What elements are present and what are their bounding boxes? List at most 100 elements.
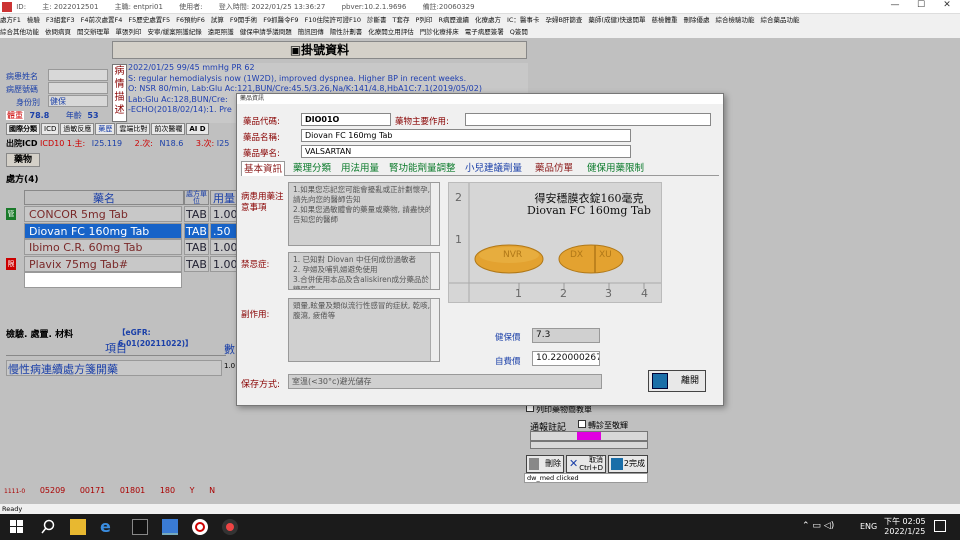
file-explorer-icon[interactable] xyxy=(70,519,86,535)
menu1-item[interactable]: T套存 xyxy=(393,16,410,24)
menu1-item[interactable]: 試算 xyxy=(211,16,224,24)
menu1-item[interactable]: 化療處方 xyxy=(475,16,501,24)
referral-checkbox[interactable]: 轉診至敬輝 xyxy=(578,420,628,431)
scrollbar[interactable] xyxy=(430,183,439,245)
menu1-item[interactable]: 檢驗 xyxy=(27,16,40,24)
menu2-item[interactable]: 健保申請爭議問題 xyxy=(240,28,292,36)
menu2-item[interactable]: 遠距照護 xyxy=(208,28,234,36)
search-icon[interactable] xyxy=(40,519,56,535)
tab-intl-class[interactable]: 國際分類 xyxy=(6,123,40,135)
identity-field[interactable]: 健保 xyxy=(48,95,108,107)
minimize-icon[interactable]: — xyxy=(882,0,908,10)
patient-name-field[interactable] xyxy=(48,69,108,81)
menu1-item[interactable]: F10住院許可證F10 xyxy=(305,16,362,24)
tab-ai[interactable]: AI D xyxy=(186,123,209,135)
code-field[interactable]: DIO01O xyxy=(301,113,391,126)
menu2-item[interactable]: 安寧/緩案照護紀錄 xyxy=(148,28,202,36)
drug-row[interactable]: 限 Plavix 75mg Tab# TAB 1.00 xyxy=(6,255,238,272)
drug-row[interactable]: 管 CONCOR 5mg Tab TAB 1.00 xyxy=(6,206,238,222)
notice-text[interactable]: 1.如果您忘記您可能會擾亂或正計劃懷孕, 請先向您的醫師告知 2.如果您過敏體會… xyxy=(288,182,440,246)
scrollbar[interactable] xyxy=(430,299,439,361)
app-icon-red[interactable] xyxy=(192,519,208,535)
menu1-item[interactable]: 綜合檢驗功能 xyxy=(715,16,754,24)
notify-grid[interactable] xyxy=(530,431,648,441)
chronic-rx-item[interactable]: 慢性病連續處方箋開藥 xyxy=(6,360,222,376)
tab-allergy[interactable]: 過敏反應 xyxy=(60,123,95,135)
menu1-item[interactable]: F9開手術 xyxy=(230,16,257,24)
dialog-tab[interactable]: 藥理分類 xyxy=(291,161,333,176)
dialog-tab[interactable]: 基本資訊 xyxy=(241,161,286,176)
menu1-item[interactable]: IC：醫事卡 xyxy=(507,16,539,24)
age-value: 53 xyxy=(87,111,99,120)
cancel-button[interactable]: ✕ 取消 Ctrl+D xyxy=(566,455,606,473)
tray-icons[interactable]: ⌃ ▭ ◁) xyxy=(802,521,834,531)
menu2-item[interactable]: Q簽開 xyxy=(510,28,528,36)
complete-button[interactable]: 2完成 xyxy=(608,455,648,473)
empty-row[interactable] xyxy=(6,272,238,288)
menu2-item[interactable]: 依問病頁 xyxy=(45,28,71,36)
menu1-item[interactable]: F4前次處置F4 xyxy=(81,16,123,24)
close-icon[interactable]: ✕ xyxy=(934,0,960,10)
menu1-item[interactable]: 孕婦B肝篩查 xyxy=(545,16,582,24)
dx-third-code[interactable]: I25 xyxy=(217,139,230,148)
menu1-item[interactable]: F3組套F3 xyxy=(46,16,75,24)
dialog-tab[interactable]: 健保用藥限制 xyxy=(585,161,646,176)
menu2-item[interactable]: 電子病歷簽署 xyxy=(465,28,504,36)
menu2-item[interactable]: 門診化療排床 xyxy=(420,28,459,36)
tab-icd[interactable]: ICD xyxy=(41,123,60,135)
dialog-tab[interactable]: 小兒建議劑量 xyxy=(463,161,524,176)
clock[interactable]: 下午 02:05 2022/1/25 xyxy=(884,517,926,537)
dialog-tab[interactable]: 藥品仿單 xyxy=(533,161,575,176)
menu1-item[interactable]: 刪除優處 xyxy=(683,16,709,24)
menu1-item[interactable]: 診斷書 xyxy=(367,16,387,24)
delete-button[interactable]: 刪除 xyxy=(526,455,564,473)
pill-imprint: XU xyxy=(599,250,612,260)
menu2-item[interactable]: 單張列印 xyxy=(116,28,142,36)
age-label: 年齡 xyxy=(65,111,82,120)
menu1-item[interactable]: F5歷史處置F5 xyxy=(128,16,170,24)
edge-icon[interactable]: e xyxy=(100,519,116,535)
ruler-number: 3 xyxy=(605,287,612,300)
dialog-tab[interactable]: 腎功能劑量調整 xyxy=(387,161,458,176)
menu1-item[interactable]: 慈檢體重 xyxy=(651,16,677,24)
app-icon-camera[interactable] xyxy=(222,519,238,535)
maximize-icon[interactable]: ☐ xyxy=(908,0,934,10)
menu1-item[interactable]: 處方F1 xyxy=(0,16,21,24)
tab-drug[interactable]: 藥物 xyxy=(6,153,40,167)
menu1-item[interactable]: P列印 xyxy=(416,16,433,24)
dx-main-label: ICD10 1.主: xyxy=(40,139,86,148)
language-indicator[interactable]: ENG xyxy=(860,522,877,531)
menu1-item[interactable]: R病歷連續 xyxy=(438,16,469,24)
notify-grid-2[interactable] xyxy=(530,441,648,449)
tab-med-history[interactable]: 藥歷 xyxy=(95,123,116,135)
sci-name-field[interactable]: VALSARTAN xyxy=(301,145,631,158)
main-effect-field[interactable] xyxy=(465,113,711,126)
drug-row[interactable]: Ibimo C.R. 60mg Tab TAB 1.00 xyxy=(6,239,238,255)
scrollbar[interactable] xyxy=(430,253,439,289)
menu2-item[interactable]: 綜合其他功能 xyxy=(0,28,39,36)
app-icon-active[interactable] xyxy=(162,519,178,535)
close-button[interactable]: 離開 xyxy=(648,370,706,392)
menu1-item[interactable]: F9抓醫令F9 xyxy=(263,16,298,24)
name-field[interactable]: Diovan FC 160mg Tab xyxy=(301,129,631,142)
menu1-item[interactable]: 藥師(成健)快速開單 xyxy=(588,16,645,24)
tab-cloud[interactable]: 雲端比對 xyxy=(116,123,151,135)
drug-row[interactable]: Diovan FC 160mg Tab TAB .50 xyxy=(6,222,238,239)
start-icon[interactable] xyxy=(10,520,23,533)
menu2-item[interactable]: 陽性計劃書 xyxy=(330,28,363,36)
menu2-item[interactable]: 開交辦理單 xyxy=(77,28,110,36)
side-effect-text[interactable]: 頭暈,眩暈及類似流行性感冒的症狀, 乾咳, 腹瀉, 疲倦等 xyxy=(288,298,440,362)
dx-main-code[interactable]: I25.119 xyxy=(92,139,122,148)
menu1-item[interactable]: F6預約F6 xyxy=(176,16,205,24)
menu1-item[interactable]: 綜合藥品功能 xyxy=(760,16,799,24)
dialog-tab[interactable]: 用法用量 xyxy=(339,161,381,176)
chart-no-field[interactable] xyxy=(48,82,108,94)
contra-text[interactable]: 1. 已知對 Diovan 中任何成份過敏者 2. 孕婦及哺乳婦避免使用 3.合… xyxy=(288,252,440,290)
notification-icon[interactable] xyxy=(934,520,946,532)
terminal-icon[interactable] xyxy=(132,519,148,535)
tab-prev-orders[interactable]: 前次醫囑 xyxy=(151,123,186,135)
menu2-item[interactable]: 簡訊回傳 xyxy=(298,28,324,36)
menu2-item[interactable]: 化療開立用評估 xyxy=(368,28,414,36)
pill-imprint: DX xyxy=(570,250,584,260)
dx-second-code[interactable]: N18.6 xyxy=(160,139,184,148)
